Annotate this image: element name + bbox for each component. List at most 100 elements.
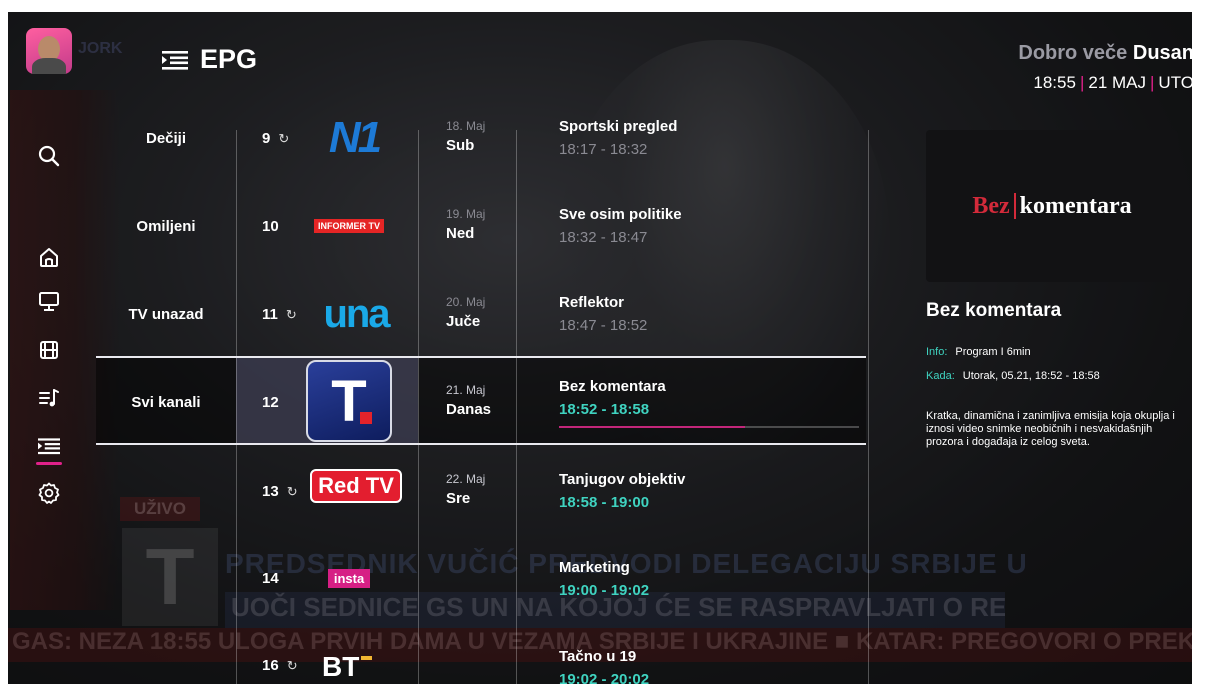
selection-line-bottom	[96, 443, 866, 445]
channel-logo-insta[interactable]: insta	[314, 568, 384, 588]
day-name: Juče	[446, 313, 481, 330]
epg-screen: JORK UŽIVO T PREDSEDNIK VUČIĆ PREDVODI D…	[0, 0, 1208, 684]
home-icon[interactable]	[36, 244, 62, 270]
selection-line-top	[96, 356, 866, 358]
channel-logo-text: insta	[327, 568, 371, 588]
program-time: 18:47 - 18:52	[559, 317, 648, 334]
program-time: 18:52 - 18:58	[559, 401, 650, 418]
channel-logo-bt[interactable]: BT	[322, 650, 372, 684]
program-title: Marketing	[559, 559, 630, 576]
channel-logo-text: INFORMER TV	[314, 219, 384, 233]
program-item[interactable]: Tanjugov objektiv 18:58 - 19:00	[559, 471, 685, 511]
program-time: 18:32 - 18:47	[559, 229, 648, 246]
search-icon[interactable]	[36, 143, 62, 169]
clock-date: 21 MAJ	[1088, 73, 1146, 92]
day-date: 18. Maj	[446, 119, 486, 133]
day-date: 22. Maj	[446, 472, 486, 486]
category-item-catchup[interactable]: TV unazad	[96, 306, 236, 323]
program-item-current[interactable]: Bez komentara 18:52 - 18:58	[559, 378, 666, 418]
column-divider	[516, 130, 517, 684]
day-date: 20. Maj	[446, 295, 486, 309]
program-time: 19:00 - 19:02	[559, 582, 650, 599]
channel-number: 16	[262, 657, 279, 674]
channel-number-row[interactable]: 12	[262, 394, 279, 411]
screen-frame	[0, 0, 1208, 12]
channel-logo-tanjug[interactable]: T	[306, 360, 392, 442]
channel-number-row[interactable]: 13 ↻	[262, 483, 298, 500]
film-icon[interactable]	[36, 337, 62, 363]
category-item-kids[interactable]: Dečiji	[96, 130, 236, 147]
catchup-icon: ↻	[278, 130, 290, 146]
detail-info-label: Info:	[926, 346, 948, 358]
channel-number-row[interactable]: 16 ↻	[262, 657, 298, 674]
detail-title: Bez komentara	[926, 300, 1062, 321]
user-name: Dusan	[1132, 42, 1194, 64]
channel-number: 9	[262, 130, 271, 147]
settings-icon[interactable]	[36, 480, 62, 506]
catchup-icon: ↻	[285, 306, 297, 322]
channel-number: 12	[262, 394, 279, 411]
channel-logo-n1[interactable]: N1	[318, 113, 390, 162]
day-name: Ned	[446, 225, 475, 242]
day-name: Danas	[446, 401, 492, 418]
screen-frame	[0, 0, 8, 684]
program-item[interactable]: Sve osim politike 18:32 - 18:47	[559, 206, 682, 246]
channel-number-row[interactable]: 11 ↻	[262, 306, 297, 323]
channel-number-row[interactable]: 9 ↻	[262, 130, 289, 147]
program-time: 19:02 - 20:02	[559, 671, 650, 684]
program-title: Reflektor	[559, 294, 625, 311]
program-item[interactable]: Reflektor 18:47 - 18:52	[559, 294, 647, 334]
day-item[interactable]: 20. Maj Juče	[446, 295, 485, 330]
program-title: Bez komentara	[559, 378, 666, 395]
greeting-prefix: Dobro veče	[1018, 42, 1128, 64]
thumbnail-word-1: Bez	[972, 192, 1010, 219]
channel-logo-redtv[interactable]: Red TV	[310, 465, 402, 507]
channel-logo-informer[interactable]: INFORMER TV	[311, 218, 387, 234]
day-name: Sre	[446, 490, 471, 507]
day-item-selected[interactable]: 21. Maj Danas	[446, 383, 491, 418]
epg-nav-icon[interactable]	[36, 433, 62, 459]
program-time: 18:58 - 19:00	[559, 494, 650, 511]
detail-description: Kratka, dinamična i zanimljiva emisija k…	[926, 410, 1175, 448]
category-item-all-channels[interactable]: Svi kanali	[96, 394, 236, 411]
detail-info-row: Info: Program I 6min	[926, 346, 1031, 358]
channel-number-row[interactable]: 10	[262, 218, 279, 235]
column-divider	[418, 130, 419, 684]
day-item[interactable]: 22. Maj Sre	[446, 472, 485, 507]
detail-when-label: Kada:	[926, 370, 955, 382]
page-title-label: EPG	[200, 44, 258, 74]
logo-accent-bar	[361, 656, 372, 660]
day-item[interactable]: 19. Maj Ned	[446, 207, 485, 242]
program-item[interactable]: Tačno u 19 19:02 - 20:02	[559, 648, 649, 684]
channel-number: 14	[262, 570, 279, 587]
channel-logo-una[interactable]: una	[318, 292, 394, 336]
program-time: 18:17 - 18:32	[559, 141, 648, 158]
program-item[interactable]: Sportski pregled 18:17 - 18:32	[559, 118, 677, 158]
program-title: Tačno u 19	[559, 648, 637, 665]
day-item[interactable]: 18. Maj Sub	[446, 119, 485, 154]
channel-number: 13	[262, 483, 279, 500]
user-avatar[interactable]	[26, 28, 72, 74]
detail-when-row: Kada: Utorak, 05.21, 18:52 - 18:58	[926, 370, 1100, 382]
channel-number-row[interactable]: 14	[262, 570, 279, 587]
channel-number: 11	[262, 306, 278, 323]
screen-frame	[1192, 0, 1208, 684]
program-thumbnail: Bez komentara	[926, 130, 1178, 282]
program-title: Tanjugov objektiv	[559, 471, 686, 488]
tv-icon[interactable]	[36, 288, 62, 314]
program-progress-bar	[559, 426, 859, 428]
music-list-icon[interactable]	[36, 385, 62, 411]
thumbnail-word-2: komentara	[1019, 192, 1132, 219]
clock-time: 18:55	[1033, 73, 1076, 92]
catchup-icon: ↻	[286, 483, 298, 499]
program-title: Sportski pregled	[559, 118, 678, 135]
program-title: Sve osim politike	[559, 206, 682, 223]
program-item[interactable]: Marketing 19:00 - 19:02	[559, 559, 649, 599]
clock-weekday: UTO	[1158, 73, 1194, 92]
page-title: EPG	[162, 44, 257, 75]
channel-logo-text: T	[331, 368, 367, 434]
category-item-favorites[interactable]: Omiljeni	[96, 218, 236, 235]
day-name: Sub	[446, 137, 475, 154]
clock: 18:55 | 21 MAJ | UTO	[1033, 73, 1194, 92]
column-divider	[868, 130, 869, 684]
